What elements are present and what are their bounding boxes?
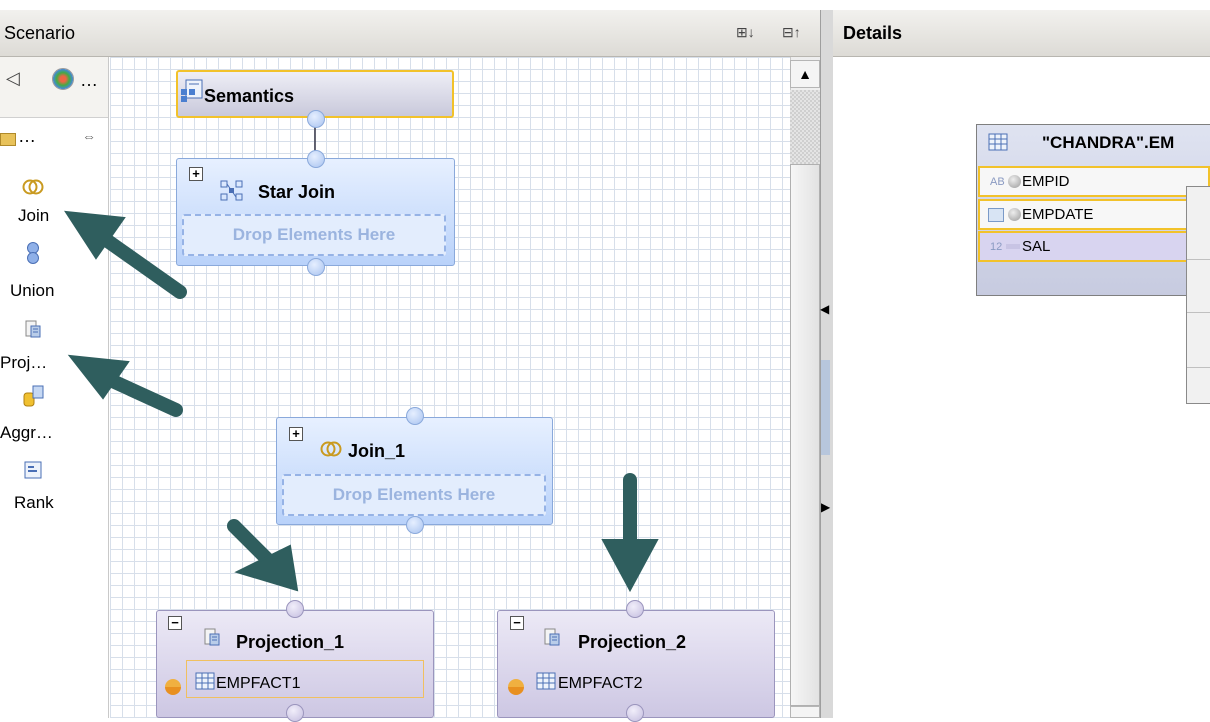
scrollbar-thumb[interactable]	[790, 164, 820, 706]
scroll-down-button[interactable]	[790, 706, 820, 718]
column-key-icon	[1008, 208, 1021, 221]
scrollbar-track[interactable]	[790, 90, 820, 164]
scroll-up-button[interactable]: ▲	[790, 60, 820, 88]
date-type-icon	[988, 208, 1004, 222]
measure-icon	[1006, 244, 1020, 249]
column-row-sal[interactable]: 12 SAL	[978, 231, 1210, 262]
annotation-arrows	[64, 210, 659, 593]
column-row-empdate[interactable]: EMPDATE	[978, 199, 1210, 230]
column-name: SAL	[1022, 238, 1051, 255]
context-menu[interactable]	[1186, 186, 1210, 404]
details-title: Details	[843, 23, 903, 43]
collapse-right-icon[interactable]: ▶	[821, 500, 830, 514]
table-icon	[988, 133, 1008, 156]
string-type-icon: AB	[990, 176, 1005, 188]
table-card-title: "CHANDRA".EM	[1042, 133, 1175, 152]
collapse-left-icon[interactable]: ◀	[820, 302, 829, 316]
column-row-empid[interactable]: AB EMPID	[978, 166, 1210, 197]
column-name: EMPDATE	[1022, 206, 1094, 223]
column-key-icon	[1008, 175, 1021, 188]
splitter-grip[interactable]	[821, 360, 830, 455]
column-name: EMPID	[1022, 173, 1070, 190]
number-type-icon: 12	[990, 241, 1003, 253]
